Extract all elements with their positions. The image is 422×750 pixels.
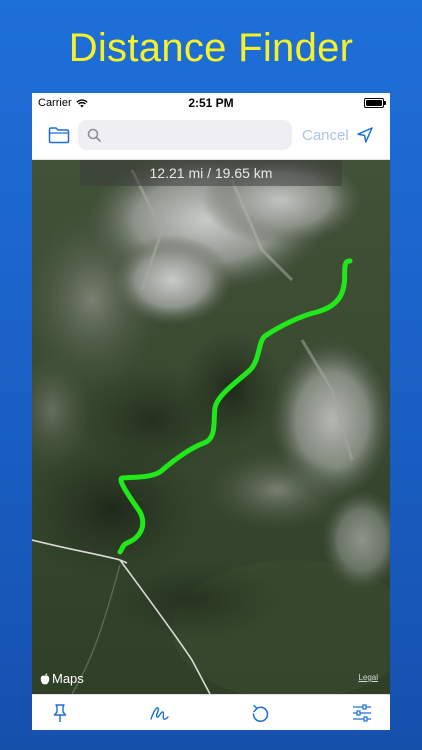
bottom-toolbar: [32, 694, 390, 730]
map-view[interactable]: 12.21 mi / 19.65 km Maps Legal: [32, 160, 390, 694]
cancel-button[interactable]: Cancel: [302, 127, 349, 144]
pin-icon[interactable]: [50, 703, 70, 723]
distance-readout: 12.21 mi / 19.65 km: [80, 160, 342, 186]
headline-title: Distance Finder: [68, 26, 354, 70]
legal-link[interactable]: Legal: [358, 673, 378, 682]
phone-screen: Carrier 2:51 PM Cancel 12.21 mi / 19.65 …: [32, 93, 390, 730]
folder-icon[interactable]: [48, 126, 70, 144]
status-bar: Carrier 2:51 PM: [32, 93, 390, 113]
maps-label: Maps: [52, 671, 84, 686]
apple-maps-logo: Maps: [40, 671, 84, 686]
route-line[interactable]: [32, 160, 390, 694]
status-time: 2:51 PM: [188, 96, 234, 110]
search-icon: [87, 128, 101, 142]
undo-icon[interactable]: [250, 703, 270, 723]
battery-icon: [364, 98, 386, 108]
draw-icon[interactable]: [149, 703, 169, 723]
search-input[interactable]: [107, 126, 292, 144]
navigation-bar: Cancel: [32, 113, 390, 160]
apple-icon: [40, 672, 50, 684]
settings-sliders-icon[interactable]: [352, 703, 372, 723]
search-field[interactable]: [78, 120, 292, 150]
location-arrow-icon[interactable]: [356, 126, 374, 144]
